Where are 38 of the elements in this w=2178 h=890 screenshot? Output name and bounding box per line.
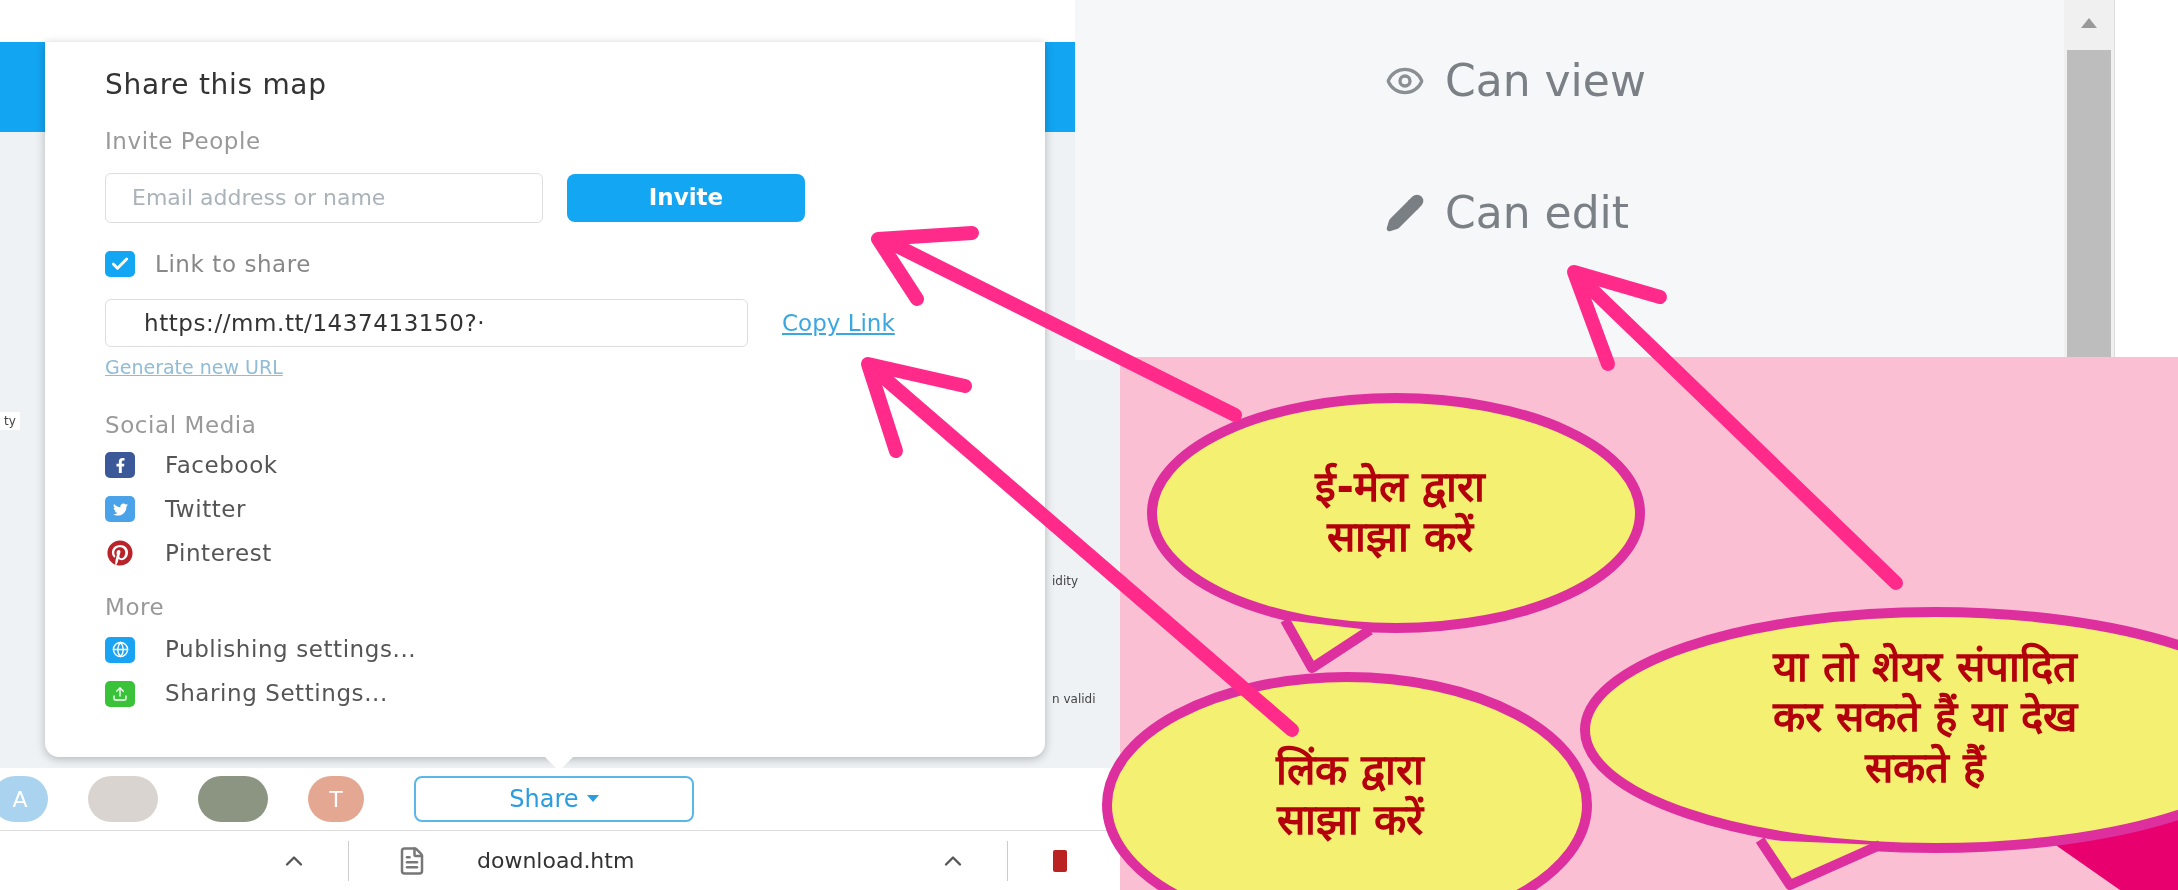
share-option[interactable]: Facebook	[165, 447, 278, 483]
callout-text: ई-मेल द्वारा साझा करें	[1315, 462, 1485, 563]
pinterest-icon	[105, 540, 135, 566]
settings-option[interactable]: Publishing settings...	[165, 632, 417, 667]
share-button[interactable]: Share	[414, 776, 694, 822]
avatar[interactable]: T	[308, 776, 364, 822]
callout-text: लिंक द्वारा साझा करें	[1275, 745, 1425, 846]
share-option[interactable]: Pinterest	[165, 535, 272, 571]
popup-title: Share this map	[105, 67, 328, 103]
scroll-up-icon	[2081, 18, 2097, 28]
twitter-icon	[105, 496, 135, 522]
copy-link[interactable]: Copy Link	[782, 305, 895, 341]
permission-option[interactable]: Can view	[1445, 48, 1646, 114]
download-filename[interactable]: download.htm	[477, 844, 635, 877]
upload-icon	[105, 680, 135, 707]
background-label: idity	[1052, 573, 1080, 590]
scrollbar[interactable]	[2064, 0, 2114, 360]
checkbox-label: Link to share	[155, 249, 312, 279]
caret-icon	[586, 795, 599, 803]
settings-option[interactable]: Sharing Settings...	[165, 676, 388, 711]
generate-url-link[interactable]: Generate new URL	[105, 353, 283, 382]
callout-text: या तो शेयर संपादित कर सकते हैं या देख सकते हैं	[1772, 642, 2078, 794]
link-url-field[interactable]: https://mm.tt/1437413150?·	[105, 299, 748, 347]
background-label: n validi	[1052, 691, 1097, 708]
pencil-icon	[1385, 193, 1425, 233]
checkbox[interactable]	[105, 250, 135, 277]
section-label: More	[105, 593, 166, 622]
facebook-icon	[105, 452, 135, 478]
share-option[interactable]: Twitter	[165, 491, 247, 527]
section-label: Invite People	[105, 127, 262, 156]
file-type-icon	[1053, 849, 1068, 872]
globe-icon	[105, 636, 135, 663]
background-label: ty	[0, 412, 20, 430]
permission-option[interactable]: Can edit	[1445, 180, 1630, 246]
email-input[interactable]: Email address or name	[105, 172, 543, 223]
invite-button[interactable]: Invite	[567, 173, 805, 222]
section-label: Social Media	[105, 410, 258, 440]
avatar-photo-placeholder[interactable]	[198, 776, 268, 822]
